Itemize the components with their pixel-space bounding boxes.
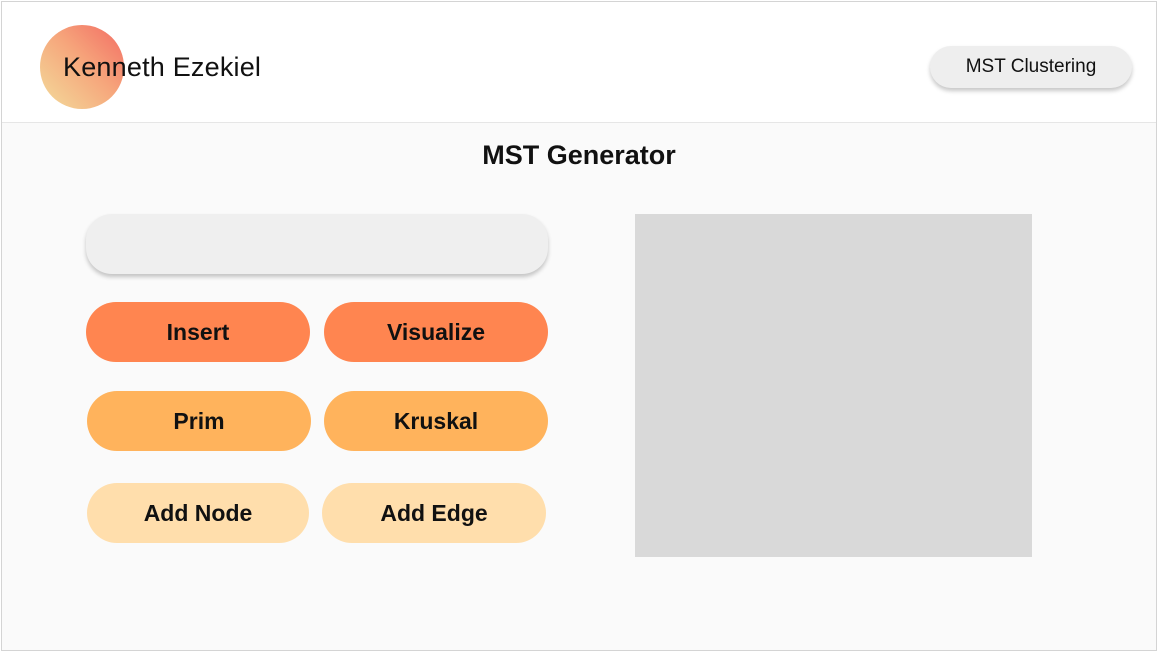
page-title: MST Generator: [482, 140, 676, 170]
graph-input-field[interactable]: [86, 214, 548, 274]
add-edge-button[interactable]: Add Edge: [322, 483, 546, 543]
graph-canvas[interactable]: [635, 214, 1032, 557]
mst-clustering-button[interactable]: MST Clustering: [930, 46, 1132, 88]
app-window: Kenneth Ezekiel MST Clustering MST Gener…: [1, 1, 1157, 651]
visualize-button[interactable]: Visualize: [324, 302, 548, 362]
prim-button[interactable]: Prim: [87, 391, 311, 451]
brand-name: Kenneth Ezekiel: [63, 52, 262, 82]
add-node-button[interactable]: Add Node: [87, 483, 309, 543]
header: Kenneth Ezekiel MST Clustering: [2, 2, 1156, 123]
kruskal-button[interactable]: Kruskal: [324, 391, 548, 451]
insert-button[interactable]: Insert: [86, 302, 310, 362]
